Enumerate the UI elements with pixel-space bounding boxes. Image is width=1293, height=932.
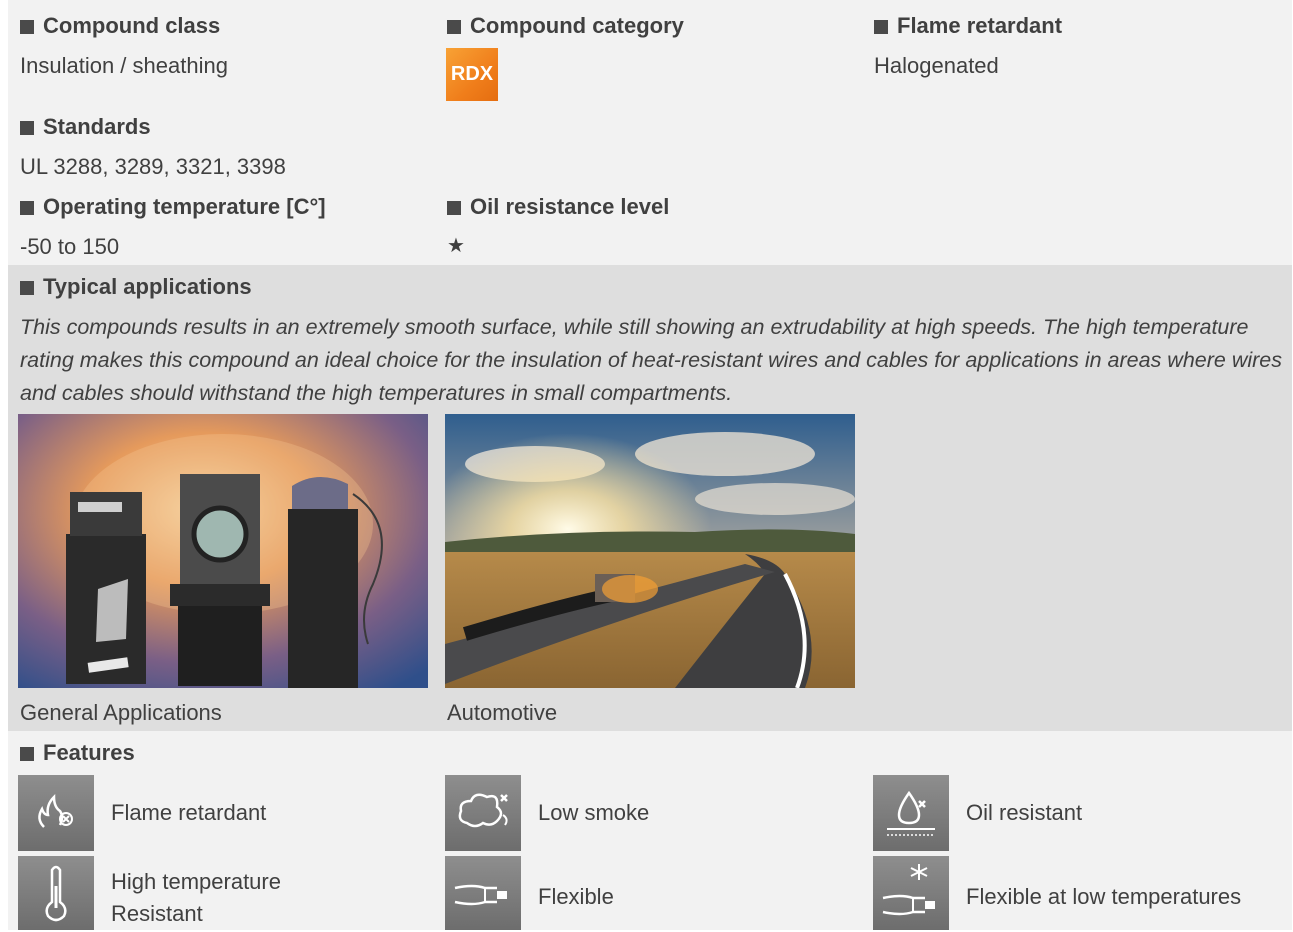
compound-category-heading-text: Compound category: [470, 13, 684, 38]
bullet-square-icon: [447, 201, 461, 215]
bullet-square-icon: [20, 747, 34, 761]
standards-heading-text: Standards: [43, 114, 151, 139]
standards-value: UL 3288, 3289, 3321, 3398: [20, 154, 286, 179]
compound-category-heading: Compound category: [447, 13, 684, 39]
compound-class-value: Insulation / sheathing: [20, 53, 228, 78]
compound-class-heading: Compound class: [20, 13, 220, 39]
automotive-caption: Automotive: [447, 700, 558, 725]
general-applications-caption: General Applications: [20, 700, 222, 725]
feature-high-temperature-label: High temperature Resistant: [111, 869, 281, 926]
feature-flame-retardant-label: Flame retardant: [111, 800, 267, 825]
oil-resistance-star: ★: [447, 235, 465, 257]
bullet-square-icon: [20, 20, 34, 34]
thermometer-icon: [18, 856, 94, 930]
features-heading: Features: [20, 740, 135, 766]
flame-retardant-heading-text: Flame retardant: [897, 13, 1063, 38]
operating-temp-value: -50 to 150: [20, 234, 120, 259]
feature-flexible-low-temp-label: Flexible at low temperatures: [966, 884, 1242, 909]
applications-description: This compounds results in an extremely s…: [20, 315, 1283, 405]
automotive-photo: [445, 414, 855, 688]
flexible-cable-icon: [445, 856, 521, 930]
feature-oil-resistant-label: Oil resistant: [966, 800, 1083, 825]
oil-resistance-heading: Oil resistance level: [447, 194, 669, 220]
compound-class-heading-text: Compound class: [43, 13, 221, 38]
flame-retardant-icon: [18, 775, 94, 851]
operating-temp-heading: Operating temperature [C°]: [20, 194, 326, 220]
low-smoke-icon: [445, 775, 521, 851]
compound-category-badge: RDX: [446, 48, 498, 101]
bullet-square-icon: [20, 201, 34, 215]
feature-low-smoke-label: Low smoke: [538, 800, 650, 825]
features-heading-text: Features: [43, 740, 135, 765]
bullet-square-icon: [20, 121, 34, 135]
feature-flexible-label: Flexible: [538, 884, 614, 909]
oil-resistance-heading-text: Oil resistance level: [470, 194, 670, 219]
operating-temp-heading-text: Operating temperature [C°]: [43, 194, 326, 219]
flame-retardant-value: Halogenated: [874, 53, 999, 78]
bullet-square-icon: [447, 20, 461, 34]
applications-heading: Typical applications: [20, 274, 252, 300]
applications-heading-text: Typical applications: [43, 274, 252, 299]
bullet-square-icon: [20, 281, 34, 295]
info-panel: [8, 0, 1292, 265]
general-applications-photo: [18, 414, 428, 688]
snowflake-cable-icon: [873, 856, 949, 930]
flame-retardant-heading: Flame retardant: [874, 13, 1062, 39]
bullet-square-icon: [874, 20, 888, 34]
standards-heading: Standards: [20, 114, 151, 140]
oil-resistant-icon: [873, 775, 949, 851]
